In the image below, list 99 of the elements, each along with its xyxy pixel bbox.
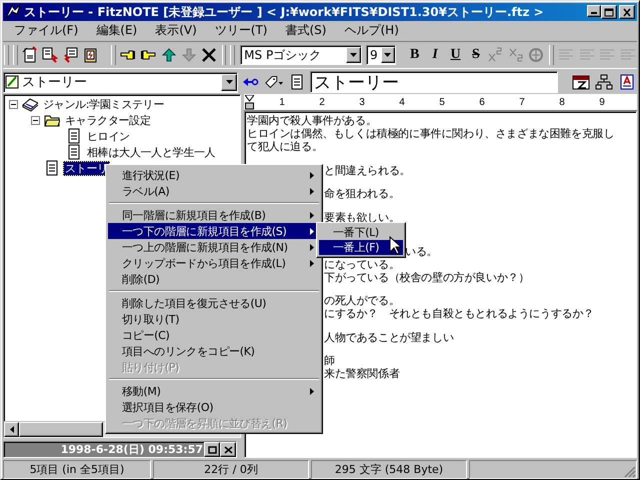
ruler-number: 3: [358, 96, 366, 108]
text-line: になっている。: [324, 258, 400, 270]
strike-button[interactable]: S: [466, 45, 486, 65]
title-field[interactable]: ストーリー: [310, 71, 558, 93]
menu-item[interactable]: 選択項目を保存(O): [108, 399, 320, 415]
close-icon: [224, 446, 232, 454]
menu-item[interactable]: 編集(E): [87, 21, 146, 40]
underline-button[interactable]: U: [446, 45, 465, 65]
menu-item[interactable]: 移動(M): [108, 383, 320, 399]
text-line: いる。: [405, 244, 438, 258]
status-text: 5項目 (in 全5項目): [3, 460, 151, 479]
dropdown-arrow-icon: [384, 53, 392, 57]
calendar-icon[interactable]: [572, 74, 590, 90]
maximize-button[interactable]: [601, 5, 617, 19]
ruler-number: 1: [278, 96, 286, 108]
collapse-toggle-icon[interactable]: [9, 100, 18, 108]
restore-button[interactable]: [204, 442, 220, 457]
ruler-number: 2: [318, 96, 326, 108]
text-line: にするか？ それとも自殺ともとれるようにうするか？: [324, 307, 594, 320]
menu-item[interactable]: 表示(V): [146, 21, 206, 40]
close-button[interactable]: [619, 5, 635, 19]
scroll-left-button[interactable]: [4, 422, 19, 437]
menu-item[interactable]: コピー(C): [108, 327, 320, 343]
app-icon: [5, 4, 21, 20]
text-document-icon[interactable]: [619, 74, 635, 90]
ruler-number: 6: [478, 96, 486, 108]
tree-item[interactable]: ヒロイン: [85, 128, 132, 144]
minimize-button[interactable]: [587, 5, 601, 17]
tree-diagram-icon[interactable]: [595, 74, 613, 90]
text-line: 下がっている（校舎の壁の方が良いか？）: [324, 270, 530, 284]
text-line: 命を狙われる。: [324, 187, 400, 200]
dropdown-arrow-icon: [350, 53, 357, 57]
menu-item[interactable]: ラベル(A): [108, 183, 320, 199]
ruler-number: 5: [438, 96, 446, 108]
menu-item[interactable]: 切り取り(T): [108, 311, 320, 327]
menu-item[interactable]: ツリー(T): [206, 21, 276, 40]
ruler-number: 4: [398, 96, 406, 108]
delete-icon[interactable]: [200, 46, 218, 64]
font-name-dropdown[interactable]: MS Pゴシック: [240, 45, 362, 65]
resize-grip-icon[interactable]: [624, 466, 636, 478]
item-selector-dropdown[interactable]: ストーリー: [3, 72, 238, 92]
close-button[interactable]: [220, 442, 236, 457]
align-icon: [620, 49, 635, 61]
ruler-number: 9: [598, 96, 606, 108]
ruler-number: 8: [558, 96, 566, 108]
new-sibling-icon[interactable]: [62, 46, 80, 64]
text-line: 人物であることが望ましい: [324, 330, 454, 344]
menu-item[interactable]: 削除した項目を復元させる(U): [108, 295, 320, 311]
align-icon: [600, 49, 614, 61]
text-line: ヒロインは偶然、もしくは積極的に事件に関わり、さまざまな困難を克服し: [247, 127, 614, 140]
date-time-text: 1998-6-28(日) 09:53:57: [60, 442, 204, 457]
document-icon[interactable]: [290, 74, 304, 90]
new-child-icon[interactable]: [41, 46, 60, 64]
text-line: 師: [324, 354, 335, 367]
menu-item[interactable]: 削除(D): [108, 271, 320, 287]
text-line: 学園内で殺人事件がある。: [247, 114, 377, 127]
tree-item[interactable]: 相棒は大人一人と学生一人: [85, 144, 218, 160]
font-size-dropdown[interactable]: 9: [366, 45, 396, 65]
tag-icon[interactable]: [264, 74, 284, 90]
collapse-toggle-icon[interactable]: [31, 116, 40, 124]
menu-item[interactable]: ファイル(F): [5, 21, 88, 40]
menu-item[interactable]: 一番上(F): [319, 240, 403, 255]
tree-item[interactable]: ストーリ: [63, 160, 110, 176]
menu-item[interactable]: クリップボードから項目を作成(L): [108, 255, 320, 271]
text-line: て犯人に迫る。: [247, 140, 323, 153]
menu-item[interactable]: 進行状況(E): [108, 167, 320, 183]
close-icon: [622, 8, 632, 16]
minimize-icon: [591, 12, 597, 14]
align-icon: [559, 49, 574, 61]
status-text: 295 文字 (548 Byte): [311, 460, 467, 479]
window-title: ストーリー - FitzNOTE [未登録ユーザー ] < J:¥work¥FITS¥DIST1.30¥ストーリー.ftz >: [24, 4, 545, 20]
italic-button[interactable]: I: [426, 45, 444, 65]
up-arrow-icon[interactable]: [160, 46, 178, 64]
bold-button[interactable]: B: [405, 45, 424, 65]
indent-marker-icon[interactable]: [245, 94, 254, 110]
menu-item[interactable]: 一番下(L): [319, 225, 403, 240]
menu-item[interactable]: 同一階層に新規項目を作成(B): [108, 207, 320, 223]
menu-item[interactable]: 項目へのリンクをコピー(K): [108, 343, 320, 359]
mouse-cursor-icon: [389, 236, 401, 255]
text-line: と間違えられる。: [324, 164, 410, 176]
ruler-number: 7: [518, 96, 526, 108]
document-icon: [66, 128, 82, 144]
status-text: 22行 / 0列: [153, 460, 309, 479]
menu-item[interactable]: 一つ上の階層に新規項目を作成(N): [108, 239, 320, 255]
scrollbar-thumb[interactable]: [19, 422, 103, 437]
menu-item[interactable]: ヘルプ(H): [335, 21, 408, 40]
document-icon: [44, 160, 60, 176]
align-icon: [580, 49, 594, 61]
maximize-icon: [604, 8, 614, 16]
new-item-icon[interactable]: [20, 46, 39, 64]
left-arrow-icon: [10, 426, 14, 433]
tree-item[interactable]: キャラクター設定: [63, 112, 153, 128]
document-icon: [66, 144, 82, 160]
menu-item[interactable]: 書式(S): [276, 21, 336, 40]
dropdown-arrow-icon: [226, 80, 232, 84]
text-line: 来た警察関係者: [324, 367, 400, 380]
text-line: の死人がでる。: [324, 294, 400, 307]
restore-icon: [208, 446, 216, 454]
tree-item[interactable]: ジャンル:学園ミステリー: [41, 96, 166, 112]
